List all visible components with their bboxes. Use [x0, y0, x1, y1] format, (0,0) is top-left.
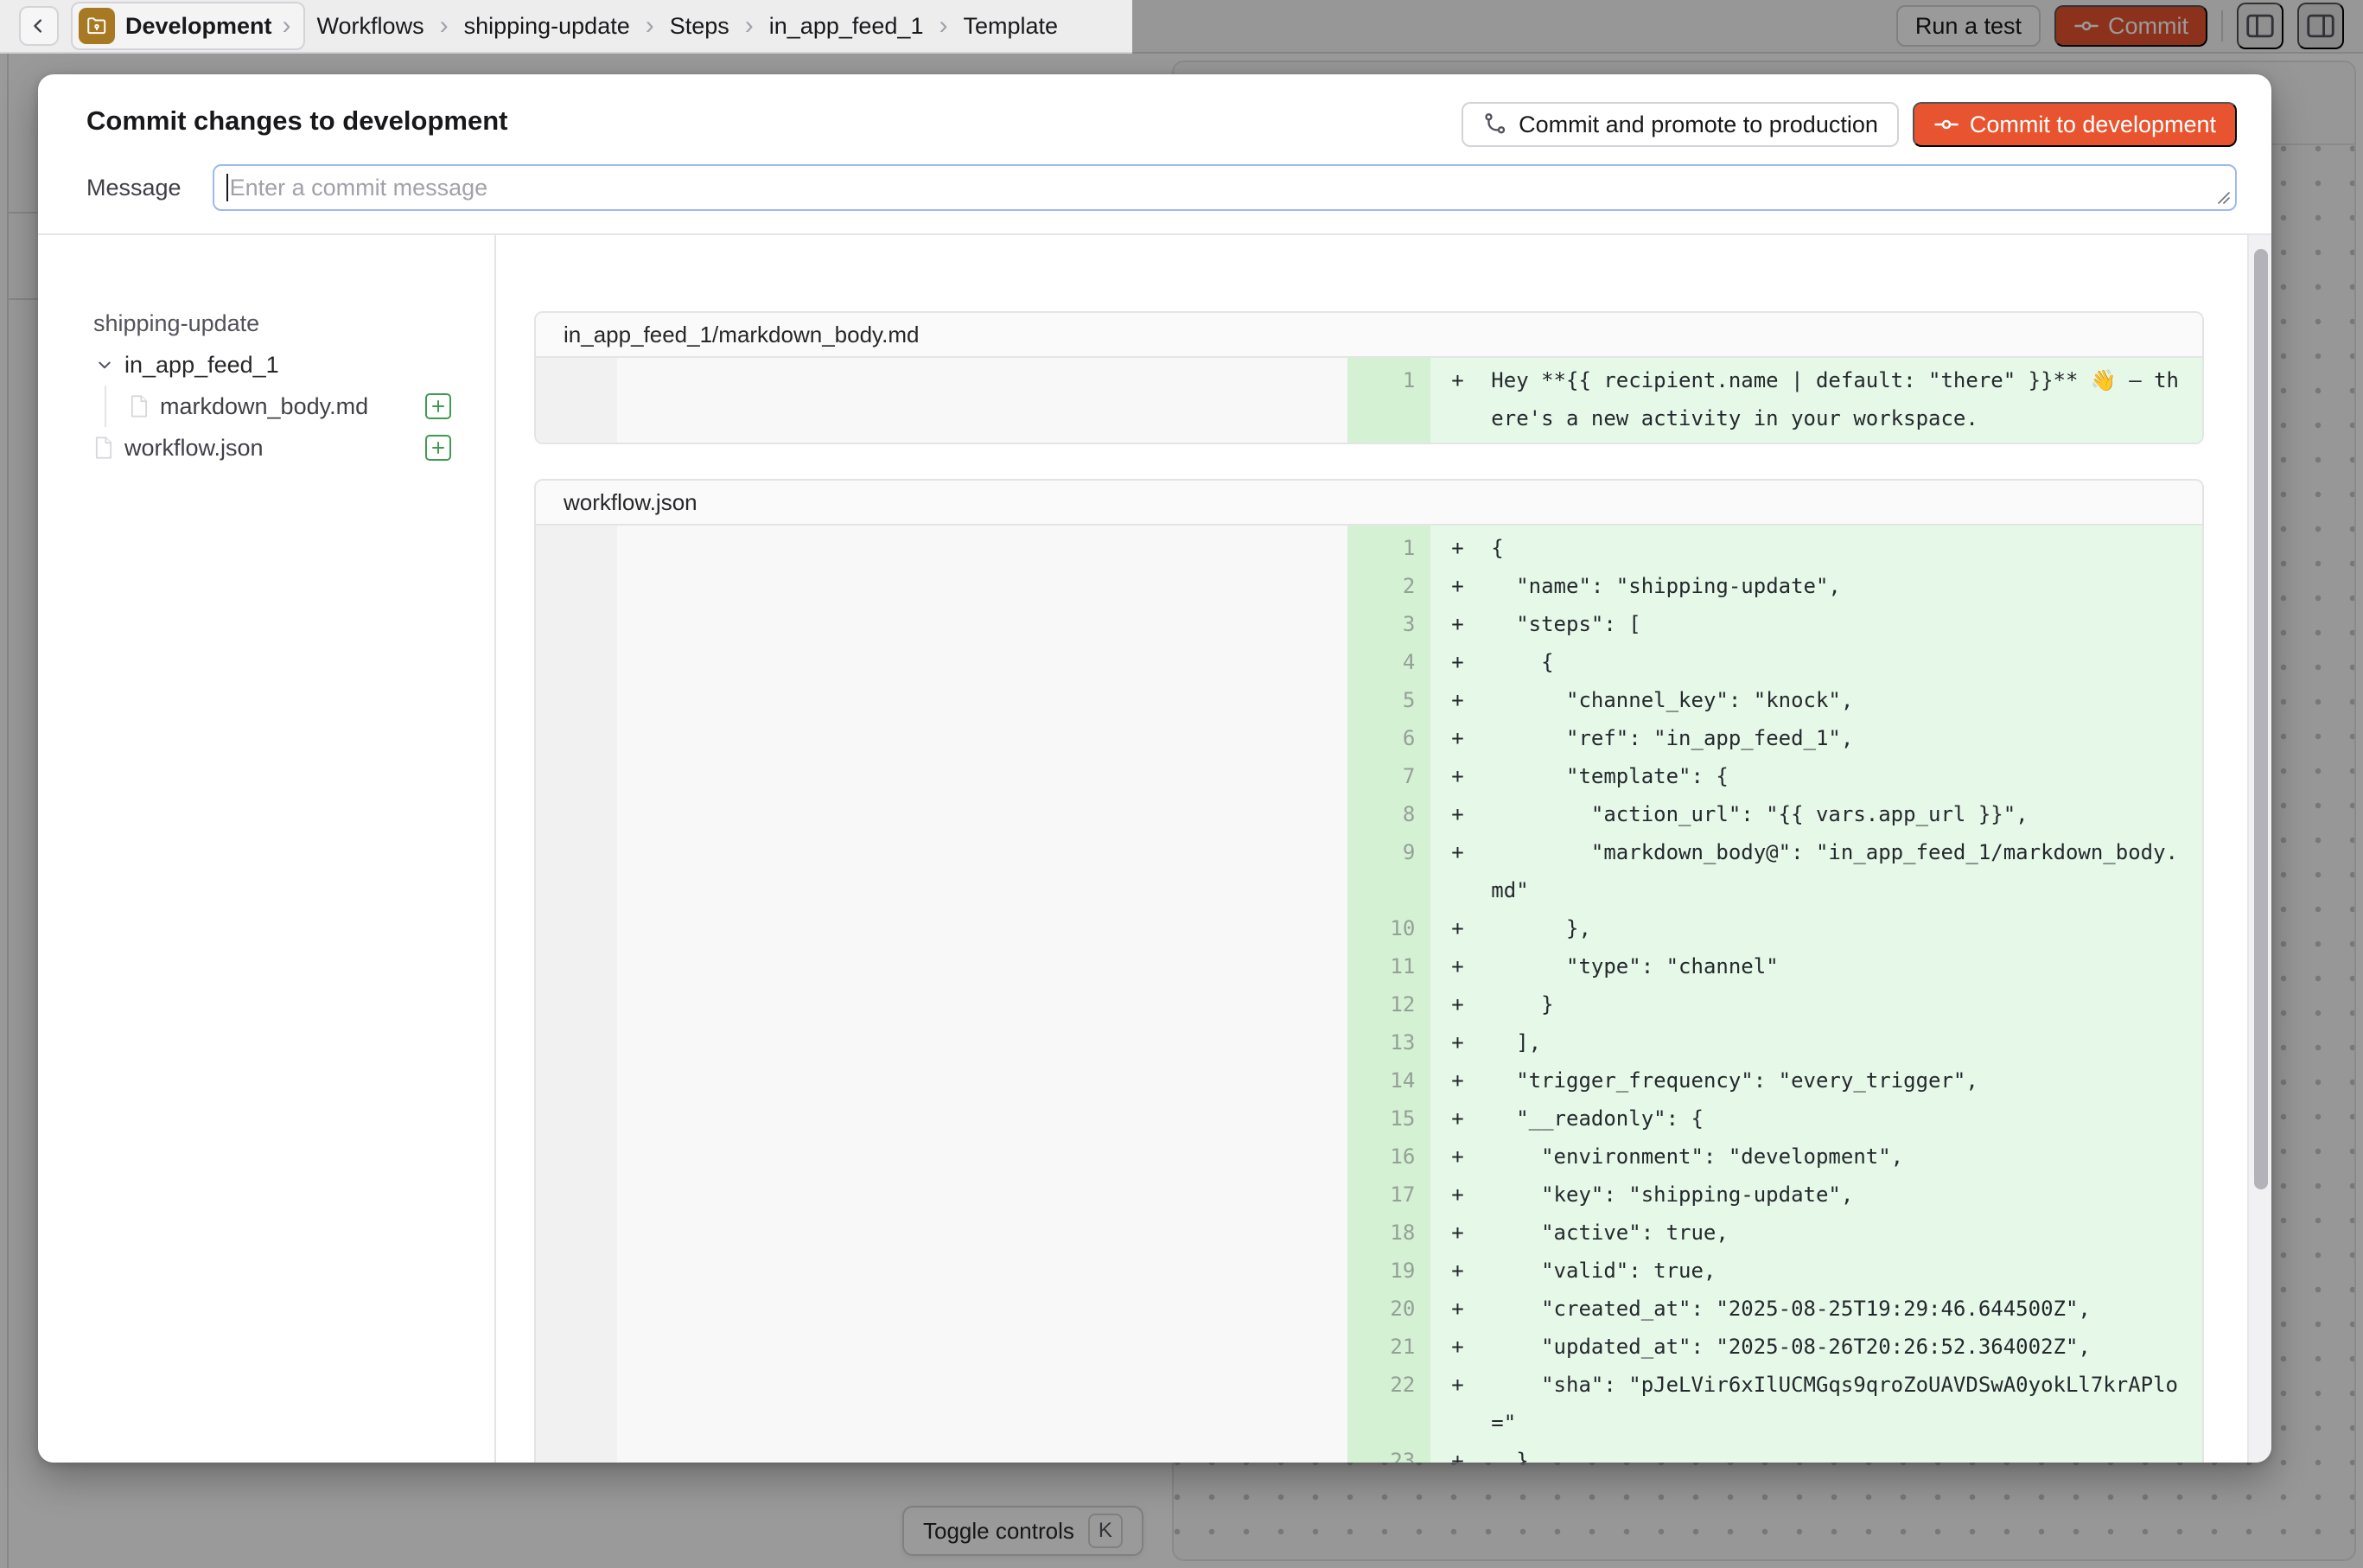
added-file-badge[interactable] [425, 393, 451, 419]
modal-header: Commit changes to development Commit and… [38, 74, 2271, 235]
diff-body: 1+{2+ "name": "shipping-update",3+ "step… [536, 526, 2202, 1463]
folder-label: in_app_feed_1 [124, 352, 279, 379]
added-file-badge[interactable] [425, 435, 451, 461]
breadcrumb-step[interactable]: in_app_feed_1 [769, 13, 924, 40]
diff-filename: workflow.json [536, 481, 2202, 526]
file-icon [129, 394, 150, 418]
commit-promote-button[interactable]: Commit and promote to production [1462, 102, 1899, 147]
breadcrumb: Workflows › shipping-update › Steps › in… [317, 13, 1058, 40]
file-icon [93, 436, 114, 460]
diff-body: 1+Hey **{{ recipient.name | default: "th… [536, 358, 2202, 443]
text-caret [226, 174, 228, 201]
diff-line: 2+ "name": "shipping-update", [536, 567, 2202, 605]
resize-grip-icon[interactable] [2215, 189, 2231, 205]
diff-line: 3+ "steps": [ [536, 605, 2202, 643]
diff-line: 12+ } [536, 985, 2202, 1023]
diff-line: 9+ "markdown_body@": "in_app_feed_1/mark… [536, 833, 2202, 909]
diff-line: 20+ "created_at": "2025-08-25T19:29:46.6… [536, 1290, 2202, 1328]
screen: Run a test Commit [0, 0, 2363, 1568]
diff-filename: in_app_feed_1/markdown_body.md [536, 313, 2202, 358]
diff-line: 23+ } [536, 1442, 2202, 1463]
tree-folder-in-app-feed[interactable]: in_app_feed_1 [93, 344, 451, 386]
diff-line: 19+ "valid": true, [536, 1252, 2202, 1290]
commit-modal: Commit changes to development Commit and… [38, 74, 2271, 1463]
modal-scrollbar-thumb[interactable] [2254, 249, 2268, 1189]
commit-to-development-button[interactable]: Commit to development [1913, 102, 2237, 147]
diff-line: 15+ "__readonly": { [536, 1100, 2202, 1138]
diff-line: 16+ "environment": "development", [536, 1138, 2202, 1176]
back-button[interactable] [19, 6, 59, 46]
diff-line: 14+ "trigger_frequency": "every_trigger"… [536, 1061, 2202, 1100]
diff-line: 22+ "sha": "pJeLVir6xIlUCMGqs9qroZoUAVDS… [536, 1366, 2202, 1442]
diff-line: 10+ }, [536, 909, 2202, 947]
message-row: Message Enter a commit message [86, 164, 2237, 211]
promote-label: Commit and promote to production [1519, 112, 1878, 138]
commit-message-input[interactable]: Enter a commit message [213, 164, 2237, 211]
breadcrumb-bar: Development › Workflows › shipping-updat… [0, 0, 1132, 54]
diff-line: 1+{ [536, 526, 2202, 567]
message-label: Message [86, 175, 182, 201]
modal-scrollbar-track[interactable] [2247, 235, 2271, 1463]
chevron-right-icon: › [745, 13, 754, 39]
breadcrumb-workflows[interactable]: Workflows [317, 13, 424, 40]
breadcrumb-steps[interactable]: Steps [670, 13, 729, 40]
workflow-key-label: shipping-update [93, 310, 259, 337]
environment-icon [79, 8, 115, 44]
diff-line: 21+ "updated_at": "2025-08-26T20:26:52.3… [536, 1328, 2202, 1366]
modal-actions: Commit and promote to production Commit … [1462, 102, 2237, 147]
chevron-down-icon [93, 354, 116, 376]
chevron-right-icon: › [939, 13, 947, 39]
diff-line: 8+ "action_url": "{{ vars.app_url }}", [536, 795, 2202, 833]
tree-file-workflow-json[interactable]: workflow.json [93, 427, 451, 468]
diff-line: 18+ "active": true, [536, 1214, 2202, 1252]
diff-card-markdown-body: in_app_feed_1/markdown_body.md 1+Hey **{… [534, 311, 2204, 444]
diff-line: 6+ "ref": "in_app_feed_1", [536, 719, 2202, 757]
modal-body: shipping-update in_app_feed_1 [38, 235, 2271, 1463]
commit-to-development-label: Commit to development [1970, 112, 2216, 138]
tree-file-markdown-body[interactable]: markdown_body.md [129, 386, 451, 427]
diff-line: 5+ "channel_key": "knock", [536, 681, 2202, 719]
diff-line: 7+ "template": { [536, 757, 2202, 795]
tree-workflow-root: shipping-update [93, 303, 451, 344]
breadcrumb-template[interactable]: Template [963, 13, 1058, 40]
diff-line: 11+ "type": "channel" [536, 947, 2202, 985]
tree-children: markdown_body.md [105, 386, 451, 427]
changed-files-tree: shipping-update in_app_feed_1 [38, 235, 496, 1463]
message-placeholder: Enter a commit message [230, 175, 488, 201]
diff-line: 4+ { [536, 643, 2202, 681]
diff-line: 13+ ], [536, 1023, 2202, 1061]
chevron-left-icon [29, 16, 48, 35]
chevron-right-icon: › [283, 13, 291, 39]
chevron-right-icon: › [646, 13, 654, 39]
environment-selector[interactable]: Development › [71, 2, 305, 50]
chevron-right-icon: › [440, 13, 449, 39]
diff-card-workflow-json: workflow.json 1+{2+ "name": "shipping-up… [534, 479, 2204, 1463]
diff-line: 1+Hey **{{ recipient.name | default: "th… [536, 358, 2202, 443]
diff-line: 17+ "key": "shipping-update", [536, 1176, 2202, 1214]
breadcrumb-workflow-key[interactable]: shipping-update [464, 13, 630, 40]
file-label: markdown_body.md [160, 393, 368, 420]
commit-icon [1933, 112, 1959, 137]
promote-branch-icon [1482, 112, 1508, 137]
diff-pane: in_app_feed_1/markdown_body.md 1+Hey **{… [496, 235, 2271, 1463]
file-label: workflow.json [124, 435, 264, 462]
modal-title: Commit changes to development [86, 105, 507, 137]
environment-label: Development [125, 13, 272, 40]
